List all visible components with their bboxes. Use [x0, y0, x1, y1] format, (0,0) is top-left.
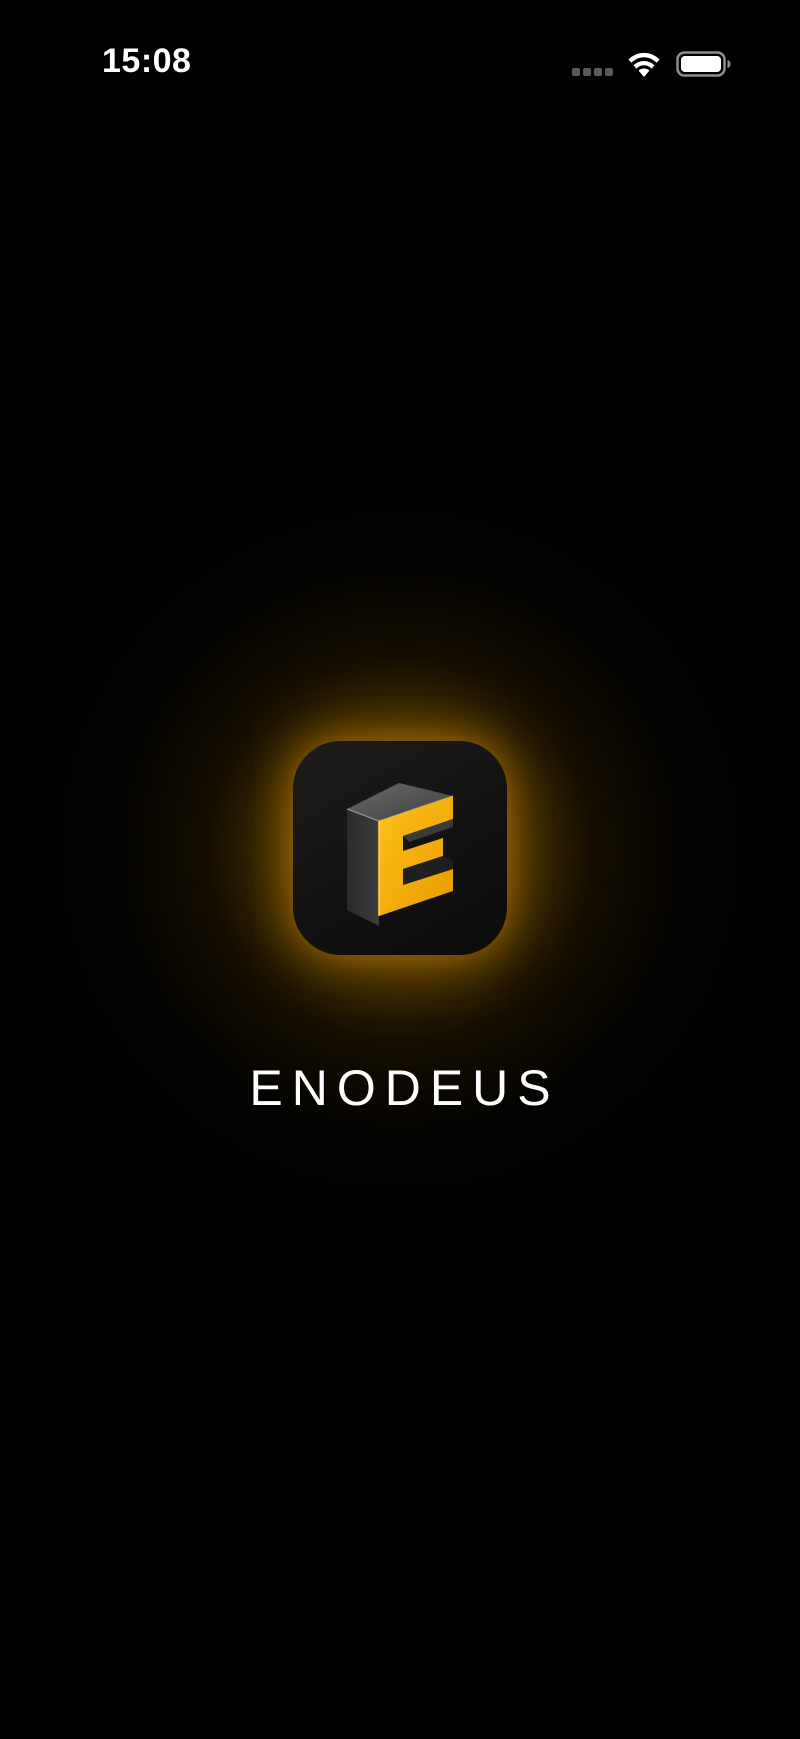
status-bar: 15:08 — [0, 0, 800, 130]
wifi-icon — [628, 52, 660, 77]
enodeus-e-logo-icon — [293, 741, 507, 955]
app-name: ENODEUS — [249, 1060, 560, 1116]
cellular-signal-icon — [572, 68, 614, 76]
splash-screen: 15:08 ENODEUS — [0, 0, 800, 1739]
battery-icon — [676, 51, 731, 77]
status-time: 15:08 — [102, 42, 192, 80]
